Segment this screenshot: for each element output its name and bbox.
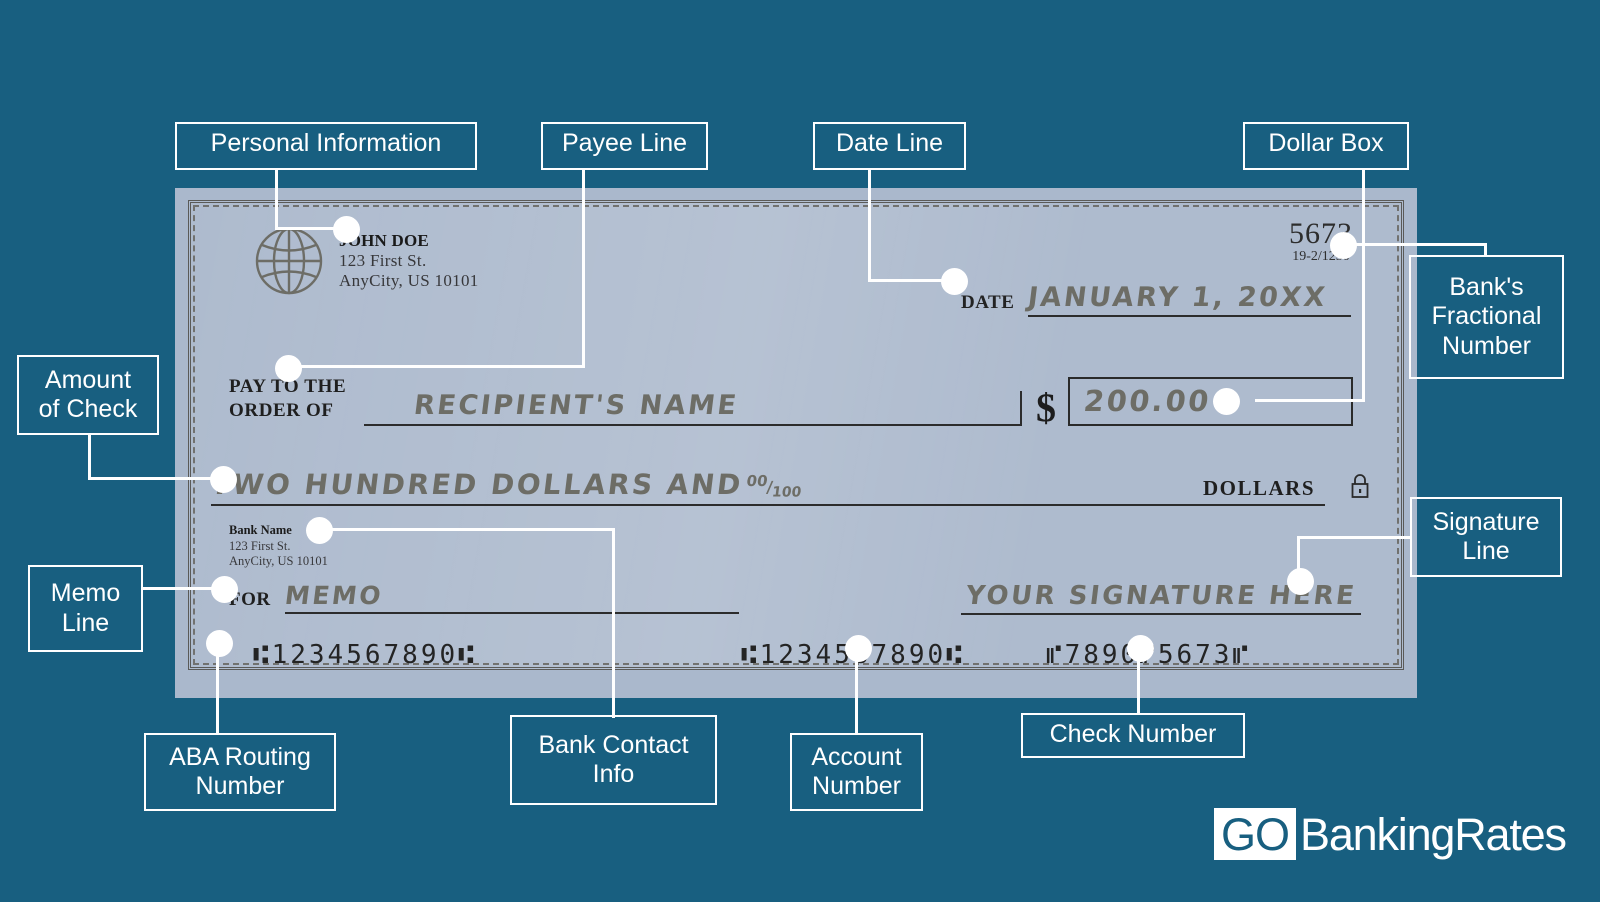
leader-dot-amount: [210, 466, 237, 493]
pay-to-the-label-line2: ORDER OF: [229, 400, 334, 422]
leader-dot-signature: [1287, 568, 1314, 595]
leader-dot-fraction: [1330, 232, 1357, 259]
memo-value-field[interactable]: MEMO: [282, 581, 739, 614]
leader-payee-v: [582, 170, 585, 368]
check-document: JOHN DOE 123 First St. AnyCity, US 10101…: [175, 188, 1417, 698]
callout-signature-line[interactable]: Signature Line: [1410, 497, 1562, 577]
account-holder-street: 123 First St.: [339, 251, 427, 271]
written-amount-field[interactable]: TWO HUNDRED DOLLARS AND 00/100: [208, 468, 1181, 506]
check-inner-border: JOHN DOE 123 First St. AnyCity, US 10101…: [188, 200, 1404, 670]
leader-dot-checknum: [1127, 635, 1154, 662]
leader-date-v: [868, 170, 871, 282]
dollars-label: DOLLARS: [1180, 476, 1325, 506]
leader-personal-information-v: [275, 170, 278, 230]
callout-date-line[interactable]: Date Line: [813, 122, 966, 170]
account-holder-name: JOHN DOE: [339, 231, 429, 251]
payee-value-field[interactable]: RECIPIENT'S NAME: [364, 389, 1022, 426]
personal-information-block: JOHN DOE 123 First St. AnyCity, US 10101: [253, 225, 479, 297]
gobankingrates-logo: GO BankingRates: [1214, 808, 1567, 860]
pay-to-the-order-of-label: PAY TO THE ORDER OF: [229, 375, 346, 426]
date-value: JANUARY 1, 20XX: [1026, 282, 1330, 313]
logo-wordmark: BankingRates: [1300, 808, 1567, 860]
callout-check-number[interactable]: Check Number: [1021, 713, 1245, 758]
lock-icon: [1349, 473, 1371, 504]
leader-dot-date: [941, 268, 968, 295]
logo-go-mark: GO: [1214, 808, 1297, 860]
leader-dot-bankcontact: [306, 517, 333, 544]
payee-line: PAY TO THE ORDER OF RECIPIENT'S NAME $ 2…: [229, 375, 1353, 430]
leader-dot-dollarbox: [1213, 388, 1240, 415]
callout-bank-contact-info[interactable]: Bank Contact Info: [510, 715, 717, 805]
payee-value: RECIPIENT'S NAME: [412, 389, 741, 421]
leader-dollarbox-h: [1255, 399, 1365, 402]
leader-amount-v: [88, 435, 91, 480]
leader-signature-h: [1297, 536, 1412, 539]
leader-fraction-v: [1484, 243, 1487, 257]
fraction-numerator: 00: [745, 472, 769, 491]
callout-bank-fractional-number[interactable]: Bank's Fractional Number: [1409, 255, 1564, 379]
callout-payee-line[interactable]: Payee Line: [541, 122, 708, 170]
leader-bankcontact-h: [320, 528, 615, 531]
memo-line: FOR MEMO: [229, 581, 739, 614]
dollar-sign: $: [1036, 384, 1056, 430]
leader-dot-personal-information: [333, 216, 360, 243]
leader-dot-account: [845, 635, 872, 662]
date-line: DATE JANUARY 1, 20XX: [961, 282, 1351, 317]
leader-dot-aba: [206, 630, 233, 657]
callout-aba-routing-number[interactable]: ABA Routing Number: [144, 733, 336, 811]
callout-personal-information[interactable]: Personal Information: [175, 122, 477, 170]
amount-numeric-value: 200.00: [1081, 384, 1214, 419]
written-amount-fraction: 00/100: [745, 472, 802, 501]
leader-payee-h: [285, 365, 585, 368]
leader-amount-h: [88, 477, 223, 480]
leader-dot-payee: [275, 355, 302, 382]
memo-value: MEMO: [282, 581, 385, 610]
fraction-denominator: 100: [770, 485, 802, 501]
bank-city: AnyCity, US 10101: [229, 554, 328, 569]
date-value-field[interactable]: JANUARY 1, 20XX: [1026, 282, 1351, 317]
personal-information-text: JOHN DOE 123 First St. AnyCity, US 10101: [339, 231, 479, 291]
callout-amount-of-check[interactable]: Amount of Check: [17, 355, 159, 435]
leader-bankcontact-v: [612, 528, 615, 718]
globe-icon: [253, 225, 325, 297]
micr-routing-number: ⑆1234567890⑆: [253, 640, 477, 670]
callout-account-number[interactable]: Account Number: [790, 733, 923, 811]
date-label: DATE: [961, 292, 1015, 313]
leader-dollarbox-v: [1362, 170, 1365, 402]
page-root: JOHN DOE 123 First St. AnyCity, US 10101…: [0, 0, 1600, 902]
written-amount-value: TWO HUNDRED DOLLARS AND: [208, 468, 745, 501]
written-amount-line: TWO HUNDRED DOLLARS AND 00/100 DOLLARS: [208, 468, 1371, 506]
leader-dot-memo: [211, 576, 238, 603]
callout-memo-line[interactable]: Memo Line: [28, 565, 143, 652]
account-holder-city: AnyCity, US 10101: [339, 270, 479, 290]
callout-dollar-box[interactable]: Dollar Box: [1243, 122, 1409, 170]
leader-fraction-h: [1352, 243, 1487, 246]
